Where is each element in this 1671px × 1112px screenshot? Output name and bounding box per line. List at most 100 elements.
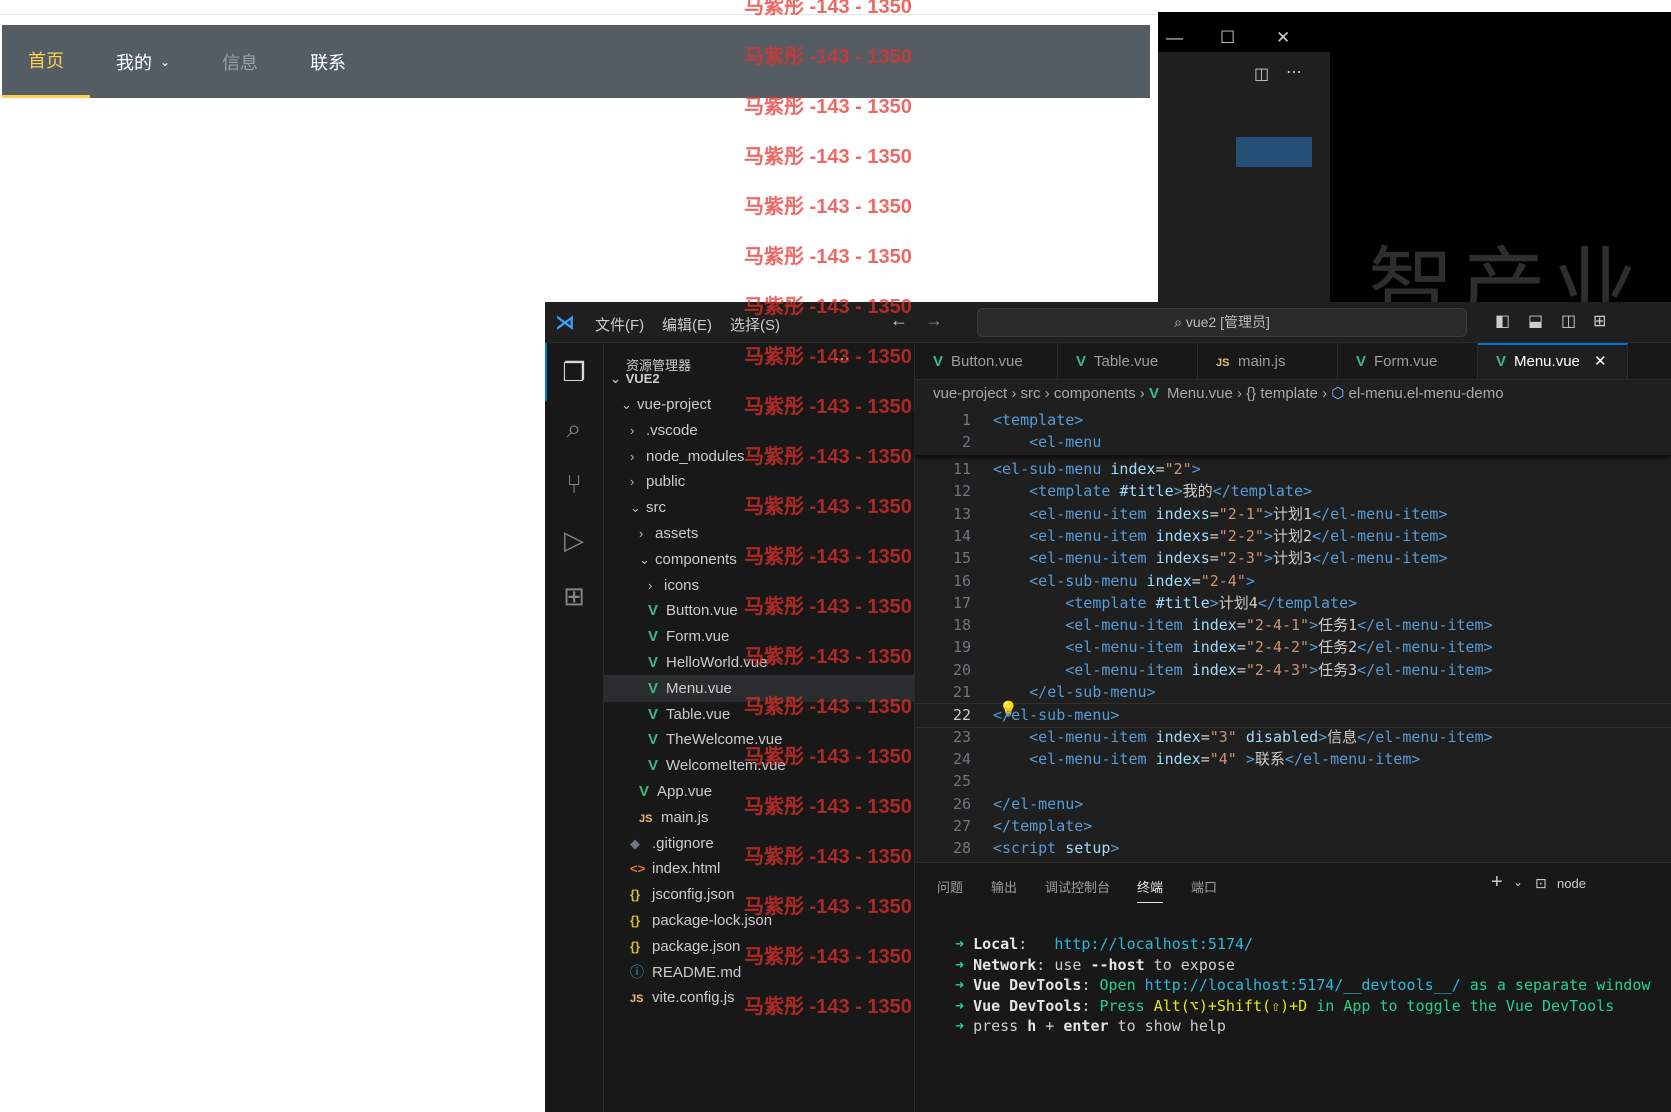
vue-file-icon: V bbox=[648, 628, 659, 646]
nav-item-label: 联系 bbox=[310, 52, 347, 73]
code-line[interactable]: 21 </el-sub-menu> bbox=[915, 681, 1671, 704]
tree-item[interactable]: V Form.vue bbox=[604, 623, 914, 650]
tree-item[interactable]: › public bbox=[604, 468, 914, 495]
tree-item[interactable]: {} package.json bbox=[604, 933, 914, 960]
menu-file[interactable]: 文件(F) bbox=[595, 314, 644, 335]
code-line[interactable]: 13 <el-menu-item indexs="2-1">计划1</el-me… bbox=[915, 503, 1671, 526]
command-center-search[interactable]: ⌕ vue2 [管理员] bbox=[977, 308, 1467, 337]
maximize-icon[interactable]: ☐ bbox=[1220, 28, 1235, 48]
code-line[interactable]: 20 <el-menu-item index="2-4-3">任务3</el-m… bbox=[915, 659, 1671, 682]
lightbulb-icon[interactable]: 💡 bbox=[999, 700, 1018, 718]
panel-tab[interactable]: 端口 bbox=[1191, 877, 1217, 896]
nav-item-home[interactable]: 首页 bbox=[2, 25, 90, 98]
tree-item[interactable]: ⌄ vue-project bbox=[604, 391, 914, 418]
tree-item[interactable]: V WelcomeItem.vue bbox=[604, 752, 914, 779]
tree-item-label: .vscode bbox=[646, 421, 698, 439]
tree-item-label: vite.config.js bbox=[652, 989, 735, 1007]
explorer-icon[interactable]: ❐ bbox=[559, 357, 589, 387]
vue-file-icon: V bbox=[1356, 353, 1367, 370]
breadcrumb-item[interactable]: Menu.vue bbox=[1167, 385, 1233, 402]
tree-item[interactable]: V TheWelcome.vue bbox=[604, 726, 914, 753]
json-file-icon: {} bbox=[630, 913, 641, 928]
customize-layout-icon[interactable]: ⊞ bbox=[1593, 311, 1606, 331]
panel-tab[interactable]: 输出 bbox=[991, 877, 1017, 896]
tree-item[interactable]: JS vite.config.js bbox=[604, 984, 914, 1011]
tree-item[interactable]: › assets bbox=[604, 520, 914, 547]
tree-item[interactable]: ◆ .gitignore bbox=[604, 830, 914, 857]
tree-item[interactable]: V Button.vue bbox=[604, 597, 914, 624]
panel-tab[interactable]: 问题 bbox=[937, 877, 963, 896]
editor-tab[interactable]: V Menu.vue ✕ bbox=[1478, 343, 1628, 379]
source-control-icon[interactable]: ⑂ bbox=[559, 469, 589, 499]
tree-item[interactable]: {} jsconfig.json bbox=[604, 881, 914, 908]
panel-tab[interactable]: 调试控制台 bbox=[1045, 877, 1110, 896]
code-line[interactable]: 15 <el-menu-item indexs="2-3">计划3</el-me… bbox=[915, 547, 1671, 570]
code-text: <el-menu bbox=[1029, 433, 1102, 451]
vscode-window: ⋊ 文件(F) 编辑(E) 选择(S) ← → ⌕ vue2 [管理员] ◧ ⬓… bbox=[545, 302, 1671, 1112]
search-icon[interactable]: ⌕ bbox=[559, 413, 589, 443]
run-debug-icon[interactable]: ▷ bbox=[559, 525, 589, 555]
tree-item[interactable]: › .vscode bbox=[604, 417, 914, 444]
code-line[interactable]: 16 <el-sub-menu index="2-4"> bbox=[915, 570, 1671, 593]
tree-item-label: assets bbox=[655, 525, 699, 542]
code-line[interactable]: 11 <el-sub-menu index="2"> bbox=[915, 458, 1671, 481]
code-line[interactable]: 2 <el-menu bbox=[915, 431, 1671, 454]
code-line[interactable]: 17 <template #title>计划4</template> bbox=[915, 592, 1671, 615]
editor-tab[interactable]: V Button.vue bbox=[915, 343, 1058, 379]
code-line[interactable]: 19 <el-menu-item index="2-4-2">任务2</el-m… bbox=[915, 636, 1671, 659]
tree-item[interactable]: ⌄ components bbox=[604, 546, 914, 573]
tree-item[interactable]: JS main.js bbox=[604, 804, 914, 831]
close-icon[interactable]: ✕ bbox=[1276, 28, 1290, 48]
minimize-icon[interactable]: — bbox=[1166, 28, 1183, 48]
code-line[interactable]: 22 </el-sub-menu> bbox=[915, 703, 1671, 729]
tree-item[interactable]: <> index.html bbox=[604, 855, 914, 882]
tree-item[interactable]: V Table.vue bbox=[604, 701, 914, 728]
code-line[interactable]: 14 <el-menu-item indexs="2-2">计划2</el-me… bbox=[915, 525, 1671, 548]
code-line[interactable]: 1 <template> bbox=[915, 409, 1671, 432]
tree-item[interactable]: › node_modules bbox=[604, 443, 914, 470]
breadcrumb-item[interactable]: vue-project bbox=[933, 385, 1007, 402]
code-line[interactable]: 24 <el-menu-item index="4" >联系</el-menu-… bbox=[915, 748, 1671, 771]
forward-arrow-icon[interactable]: → bbox=[925, 310, 943, 331]
code-line[interactable]: 23 <el-menu-item index="3" disabled>信息</… bbox=[915, 726, 1671, 749]
split-editor-icon[interactable]: ◫ bbox=[1254, 64, 1269, 84]
panel-tab[interactable]: 终端 bbox=[1137, 877, 1164, 903]
menu-selection[interactable]: 选择(S) bbox=[730, 314, 780, 335]
code-line[interactable]: 18 <el-menu-item index="2-4-1">任务1</el-m… bbox=[915, 614, 1671, 637]
tree-item[interactable]: V HelloWorld.vue bbox=[604, 649, 914, 676]
extensions-icon[interactable]: ⊞ bbox=[559, 581, 589, 611]
breadcrumb-item[interactable]: el-menu.el-menu-demo bbox=[1349, 385, 1504, 402]
editor-tab[interactable]: JS main.js bbox=[1198, 343, 1338, 379]
toggle-secondary-sidebar-icon[interactable]: ◫ bbox=[1561, 311, 1576, 331]
more-icon[interactable]: ⋯ bbox=[1286, 62, 1302, 82]
back-arrow-icon[interactable]: ← bbox=[890, 310, 908, 331]
new-terminal-icon[interactable]: + bbox=[1491, 871, 1503, 894]
code-line[interactable]: 12 <template #title>我的</template> bbox=[915, 480, 1671, 503]
line-number: 2 bbox=[961, 433, 971, 451]
chevron-down-icon[interactable]: ⌄ bbox=[1513, 875, 1523, 889]
code-line[interactable]: 27 </template> bbox=[915, 815, 1671, 838]
menu-edit[interactable]: 编辑(E) bbox=[662, 314, 712, 335]
editor-tab[interactable]: V Form.vue bbox=[1338, 343, 1478, 379]
breadcrumb-item[interactable]: template bbox=[1260, 385, 1318, 402]
workspace-header[interactable]: ⌄ VUE2 bbox=[604, 365, 914, 392]
code-line[interactable]: 26 </el-menu> bbox=[915, 793, 1671, 816]
breadcrumb-item[interactable]: src bbox=[1021, 385, 1041, 402]
tree-item[interactable]: {} package-lock.json bbox=[604, 907, 914, 934]
tree-item[interactable]: ⓘ README.md bbox=[604, 959, 914, 986]
tree-item[interactable]: V Menu.vue bbox=[604, 674, 914, 702]
code-line[interactable]: 28 <script setup> bbox=[915, 837, 1671, 860]
breadcrumb-item[interactable]: components bbox=[1054, 385, 1136, 402]
close-icon[interactable]: ✕ bbox=[1590, 353, 1607, 370]
toggle-sidebar-icon[interactable]: ◧ bbox=[1495, 311, 1510, 331]
tree-item[interactable]: V App.vue bbox=[604, 778, 914, 805]
active-indicator bbox=[545, 343, 547, 401]
terminal-profile-label[interactable]: node bbox=[1557, 876, 1586, 891]
nav-item-mine[interactable]: 我的 ⌄ bbox=[90, 25, 196, 98]
editor-tab[interactable]: V Table.vue bbox=[1058, 343, 1198, 379]
code-line[interactable]: 25 bbox=[915, 770, 1671, 793]
toggle-panel-icon[interactable]: ⬓ bbox=[1528, 311, 1543, 331]
tree-item[interactable]: ⌄ src bbox=[604, 494, 914, 521]
nav-item-contact[interactable]: 联系 bbox=[284, 25, 372, 98]
tree-item[interactable]: › icons bbox=[604, 572, 914, 599]
